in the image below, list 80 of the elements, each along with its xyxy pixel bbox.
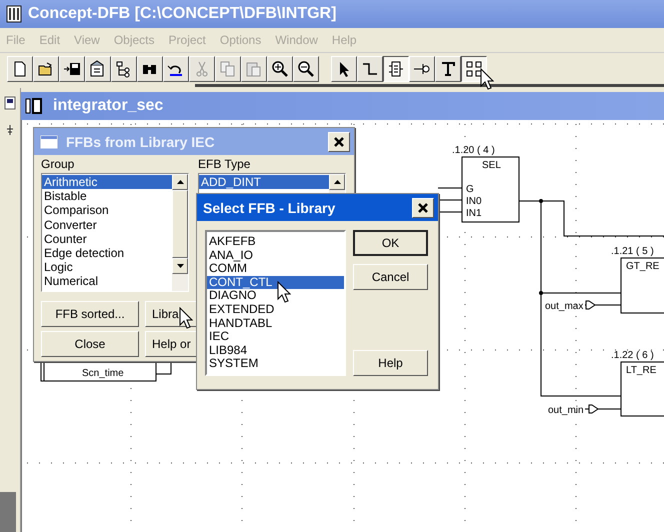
dialog-button[interactable]: Help xyxy=(353,350,428,376)
pin-label: IN1 xyxy=(466,208,482,219)
dialog-button[interactable]: OK xyxy=(353,230,428,256)
list-item[interactable]: DIAGNO xyxy=(207,289,344,303)
output-pin-icon xyxy=(586,300,596,310)
junction-dot xyxy=(539,291,543,295)
variable-label: out_min xyxy=(548,405,584,416)
list-item[interactable]: EXTENDED xyxy=(207,302,344,317)
function-block-icon xyxy=(387,60,405,78)
group-list[interactable]: Arithmetic Bistable Comparison Converter Counter Edge detection Logic Numerical xyxy=(41,173,189,292)
block-type: GT_RE xyxy=(626,261,660,272)
close-button[interactable] xyxy=(412,198,434,218)
variable-label: Scn_time xyxy=(82,368,124,379)
close-icon xyxy=(334,136,344,146)
scrollbar[interactable] xyxy=(172,174,188,291)
variable-label: out_max xyxy=(545,301,584,312)
block-group-icon xyxy=(465,60,483,78)
list-item[interactable]: LIB984 xyxy=(207,344,344,358)
function-block xyxy=(462,156,520,222)
junction-dot xyxy=(539,199,543,203)
import-icon xyxy=(63,60,81,78)
text-icon xyxy=(439,60,457,78)
list-item[interactable]: Comparison xyxy=(42,203,172,218)
app-icon xyxy=(6,5,22,23)
close-button[interactable] xyxy=(328,132,350,152)
list-item[interactable]: ADD_DINT xyxy=(199,175,329,190)
list-item[interactable]: Logic xyxy=(42,260,172,274)
block-label: .1.21 ( 5 ) xyxy=(611,246,654,257)
zoom-out-icon xyxy=(297,60,315,78)
section-title: integrator_sec xyxy=(53,97,164,115)
scroll-up-button[interactable] xyxy=(329,174,345,190)
efb-type-label: EFB Type xyxy=(198,157,252,173)
scroll-thumb[interactable] xyxy=(172,190,188,258)
block-type: SEL xyxy=(482,160,501,171)
list-item[interactable]: COMM xyxy=(207,262,344,276)
pin-label: IN0 xyxy=(466,196,482,207)
dialog-button[interactable]: Help or xyxy=(145,331,197,357)
block-label: .1.22 ( 6 ) xyxy=(611,350,654,361)
dialog-title: FFBs from Library IEC xyxy=(66,134,216,150)
list-item[interactable]: Edge detection xyxy=(42,246,172,260)
dialog-button[interactable]: FFB sorted... xyxy=(41,301,139,327)
window-icon xyxy=(40,134,58,148)
list-item[interactable]: Converter xyxy=(42,218,172,232)
scroll-down-button[interactable] xyxy=(172,258,188,274)
window-icon[interactable] xyxy=(4,96,16,110)
list-item[interactable]: Arithmetic xyxy=(42,175,172,190)
side-panel xyxy=(0,492,16,532)
block-type: LT_RE xyxy=(626,365,656,376)
list-item[interactable]: CONT_CTL xyxy=(207,276,344,290)
list-item[interactable]: Numerical xyxy=(42,274,172,289)
library-list[interactable]: AKFEFB ANA_IO COMM CONT_CTL DIAGNO EXTENDED HANDTABL IEC LIB984 SYSTEM xyxy=(205,230,346,376)
wire xyxy=(438,188,462,212)
pin-label: G xyxy=(466,184,474,195)
window-title: Concept-DFB [C:\CONCEPT\DFB\INTGR] xyxy=(28,5,336,23)
output-pin-icon xyxy=(588,404,599,414)
list-item[interactable]: SYSTEM xyxy=(207,357,344,371)
wire xyxy=(156,362,172,374)
dialog-button[interactable]: Cancel xyxy=(353,264,428,290)
close-icon xyxy=(418,202,428,212)
up-arrow-icon xyxy=(176,180,184,184)
scroll-up-button[interactable] xyxy=(172,174,188,190)
up-arrow-icon xyxy=(334,180,340,184)
list-item[interactable]: AKFEFB xyxy=(207,235,344,249)
dialog-button[interactable]: Close xyxy=(41,331,139,357)
list-item[interactable]: Bistable xyxy=(42,189,172,204)
list-item[interactable]: IEC xyxy=(207,330,344,344)
list-item[interactable]: Counter xyxy=(42,232,172,246)
zoom-in-icon xyxy=(271,60,289,78)
block-label: .1.20 ( 4 ) xyxy=(452,145,495,156)
list-item[interactable]: HANDTABL xyxy=(207,316,344,330)
down-arrow-icon xyxy=(176,264,184,268)
mouse-pointer-icon xyxy=(277,281,291,303)
list-item[interactable]: ANA_IO xyxy=(207,248,344,262)
paste-icon xyxy=(245,60,263,78)
mouse-pointer-icon xyxy=(480,68,494,90)
toolbar-button[interactable] xyxy=(383,56,409,82)
copy-icon xyxy=(219,60,237,78)
block-icon xyxy=(25,97,45,115)
group-label: Group xyxy=(41,157,76,173)
mouse-pointer-icon xyxy=(179,307,193,329)
